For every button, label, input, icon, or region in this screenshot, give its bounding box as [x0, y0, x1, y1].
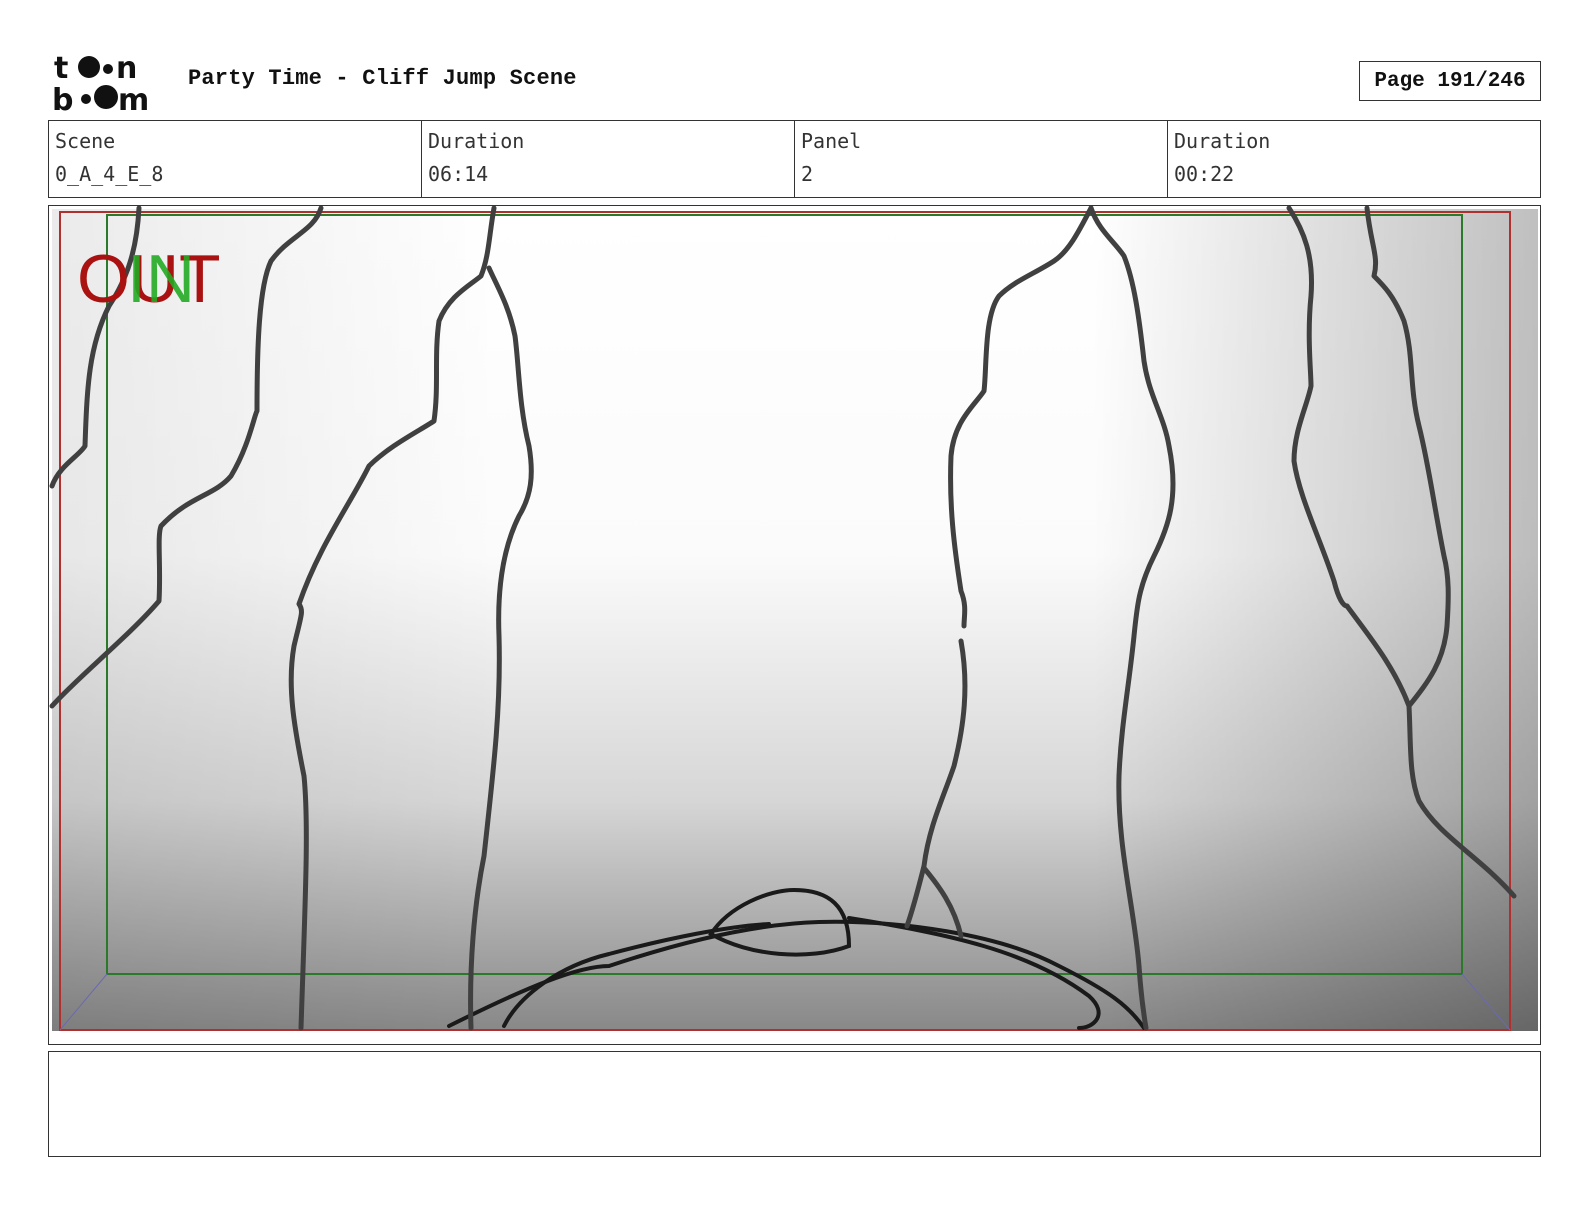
scene-value: 0_A_4_E_8: [55, 162, 164, 186]
panel-drawing: OUT IN: [49, 206, 1538, 1031]
page-indicator: Page 191/246: [1359, 61, 1541, 101]
storyboard-title: Party Time - Cliff Jump Scene: [188, 66, 577, 91]
scene-duration-cell: Duration 06:14: [422, 121, 795, 197]
panel-notes-box: [48, 1051, 1541, 1157]
scene-duration-label: Duration: [428, 129, 525, 153]
svg-text:n: n: [116, 51, 137, 86]
in-marker: IN: [127, 241, 195, 317]
panel-label: Panel: [801, 129, 862, 153]
toon-boom-logo: t n b m: [52, 51, 149, 114]
svg-text:m: m: [118, 83, 149, 114]
storyboard-panel: OUT IN: [48, 205, 1541, 1045]
panel-duration-label: Duration: [1174, 129, 1271, 153]
scene-cell: Scene 0_A_4_E_8: [49, 121, 422, 197]
scene-label: Scene: [55, 129, 116, 153]
scene-duration-value: 06:14: [428, 162, 489, 186]
panel-duration-cell: Duration 00:22: [1168, 121, 1540, 197]
panel-cell: Panel 2: [795, 121, 1168, 197]
svg-text:t: t: [54, 51, 68, 86]
panel-duration-value: 00:22: [1174, 162, 1235, 186]
scene-info-strip: Scene 0_A_4_E_8 Duration 06:14 Panel 2 D…: [48, 120, 1541, 198]
panel-value: 2: [801, 162, 814, 186]
svg-text:b: b: [52, 83, 73, 114]
